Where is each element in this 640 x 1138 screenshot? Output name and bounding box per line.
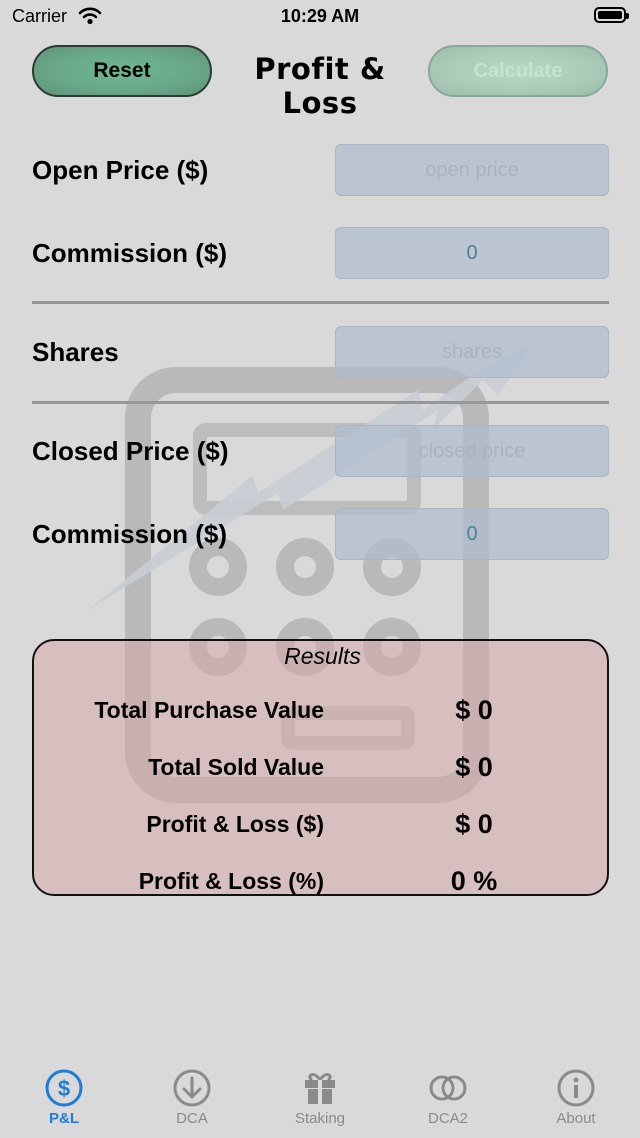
results-title: Results <box>284 643 361 669</box>
tab-label: P&L <box>49 1110 79 1127</box>
battery-icon <box>594 7 629 23</box>
closed-price-label: Closed Price ($) <box>32 436 229 466</box>
page-title: Profit & Loss <box>254 52 386 120</box>
dollar-circle-icon: $ <box>45 1069 83 1107</box>
svg-text:$: $ <box>58 1076 70 1101</box>
results-panel: Results Total Purchase Value $ 0 Total S… <box>32 639 609 896</box>
status-time: 10:29 AM <box>280 6 360 26</box>
tab-label: Staking <box>294 1110 346 1127</box>
total-purchase-value: $ 0 <box>455 695 493 725</box>
total-purchase-value-label: Total Purchase Value <box>94 697 324 723</box>
open-price-input[interactable]: open price <box>335 144 609 196</box>
shares-input[interactable]: shares <box>335 326 609 378</box>
tab-dca2[interactable]: DCA2 <box>384 1068 512 1127</box>
total-sold-value: $ 0 <box>455 752 493 782</box>
profit-loss-percent-label: Profit & Loss (%) <box>138 868 324 894</box>
divider <box>32 301 609 304</box>
shares-label: Shares <box>32 337 119 367</box>
divider <box>32 401 609 404</box>
calculate-button[interactable]: Calculate <box>428 45 608 97</box>
profit-loss-dollar-label: Profit & Loss ($) <box>146 811 324 837</box>
profit-loss-percent-value: 0 % <box>450 866 498 896</box>
tab-staking[interactable]: Staking <box>256 1068 384 1127</box>
reset-button[interactable]: Reset <box>32 45 212 97</box>
total-sold-value-label: Total Sold Value <box>148 754 324 780</box>
closed-commission-input[interactable]: 0 <box>335 508 609 560</box>
open-commission-input[interactable]: 0 <box>335 227 609 279</box>
tab-label: DCA2 <box>427 1110 468 1127</box>
closed-price-input[interactable]: closed price <box>335 425 609 477</box>
tab-pl[interactable]: $ P&L <box>0 1068 128 1127</box>
tab-label: About <box>556 1110 596 1127</box>
closed-commission-label: Commission ($) <box>32 519 228 549</box>
gift-icon <box>305 1073 335 1104</box>
open-price-label: Open Price ($) <box>32 155 209 185</box>
info-circle-icon <box>557 1069 595 1107</box>
tab-dca[interactable]: DCA <box>128 1068 256 1127</box>
profit-loss-dollar-value: $ 0 <box>455 809 493 839</box>
two-circles-icon <box>429 1075 467 1101</box>
open-commission-label: Commission ($) <box>32 238 228 268</box>
arrow-down-circle-icon <box>173 1069 211 1107</box>
tab-about[interactable]: About <box>512 1068 640 1127</box>
tab-label: DCA <box>176 1110 208 1127</box>
